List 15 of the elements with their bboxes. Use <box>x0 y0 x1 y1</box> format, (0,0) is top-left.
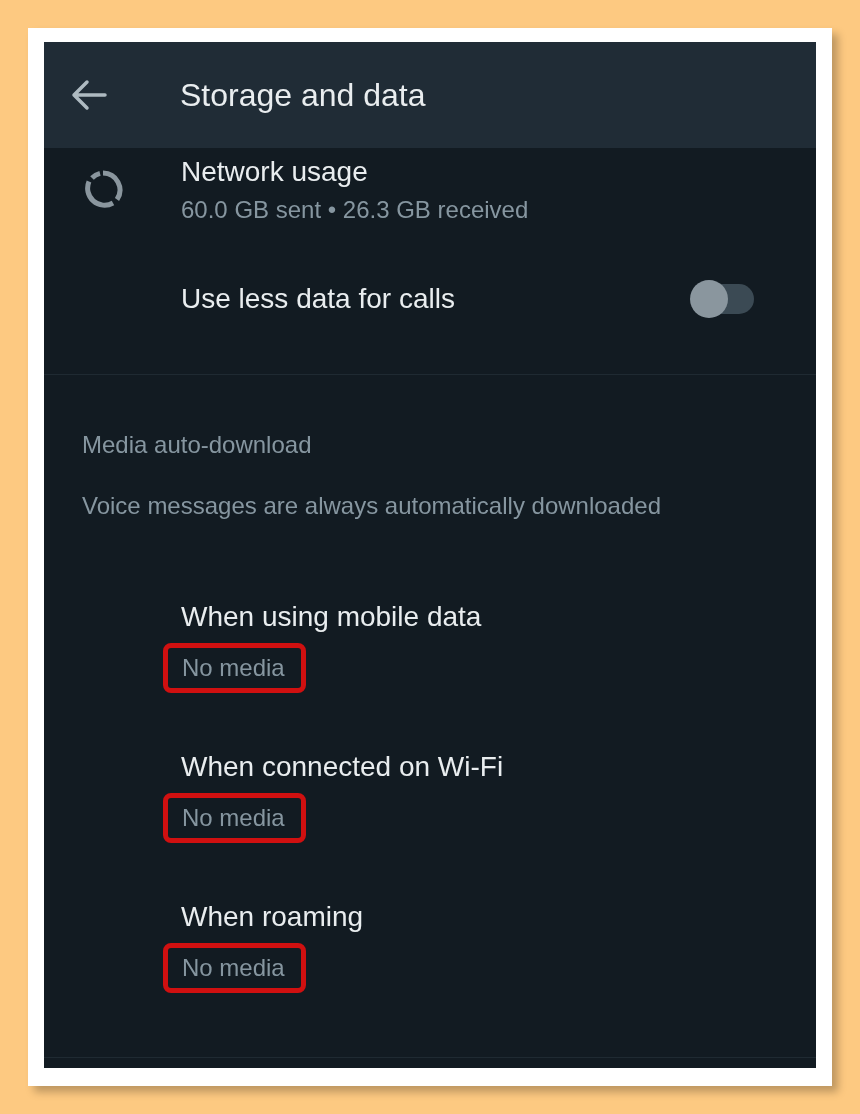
option-title[interactable]: When roaming <box>181 901 816 933</box>
network-usage-title: Network usage <box>181 156 369 188</box>
screen-title: Storage and data <box>180 76 426 114</box>
option-title[interactable]: When connected on Wi-Fi <box>181 751 816 783</box>
network-usage-item[interactable]: Network usage 60.0 GB sent • 26.3 GB received <box>181 156 816 224</box>
option-title[interactable]: When using mobile data <box>181 601 816 633</box>
network-usage-summary: 60.0 GB sent • 26.3 GB received <box>181 196 530 224</box>
option-value: No media <box>163 643 306 693</box>
option-value: No media <box>163 943 306 993</box>
section-note: Voice messages are always automatically downloaded <box>82 491 662 521</box>
option-value: No media <box>163 793 306 843</box>
data-usage-icon <box>82 169 124 211</box>
back-icon <box>71 79 107 111</box>
section-heading: Media auto-download <box>82 431 313 459</box>
setting-label: Use less data for calls <box>181 283 456 315</box>
